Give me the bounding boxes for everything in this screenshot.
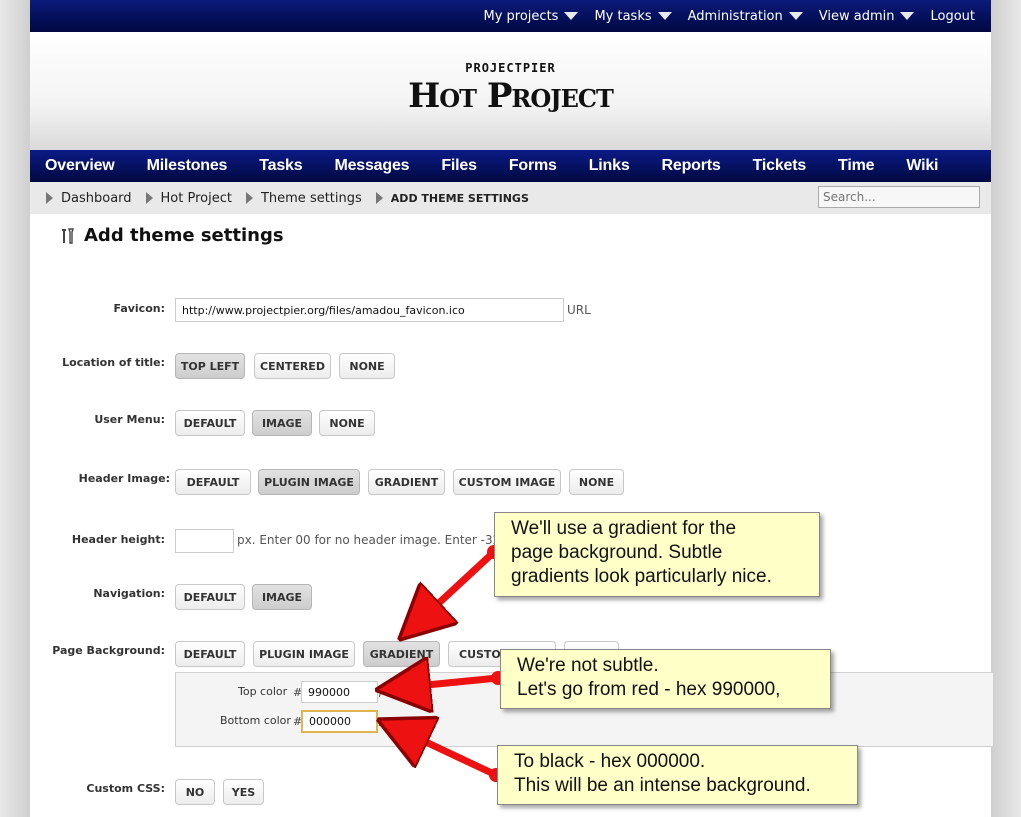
user-menu-none-button[interactable]: NONE bbox=[319, 410, 375, 436]
header-image-default-button[interactable]: DEFAULT bbox=[175, 469, 251, 495]
menu-administration[interactable]: Administration bbox=[688, 9, 803, 24]
custom-css-label: Custom CSS: bbox=[86, 782, 165, 795]
menu-logout[interactable]: Logout bbox=[930, 9, 975, 24]
nav-links[interactable]: Links bbox=[589, 157, 630, 175]
project-title: Hot Project bbox=[408, 76, 614, 116]
chevron-down-icon bbox=[657, 12, 672, 20]
chevron-right-icon bbox=[375, 192, 383, 204]
page-header: PROJECTPIER Hot Project bbox=[30, 32, 991, 150]
navigation-image-button[interactable]: IMAGE bbox=[252, 584, 312, 610]
top-bar: My projects My tasks Administration View… bbox=[30, 0, 991, 32]
header-image-none-button[interactable]: NONE bbox=[569, 469, 624, 495]
org-name: PROJECTPIER bbox=[465, 61, 556, 75]
user-menu: My projects My tasks Administration View… bbox=[468, 0, 976, 32]
callout-top-color: We're not subtle. Let's go from red - he… bbox=[500, 649, 831, 709]
menu-label: Logout bbox=[930, 8, 975, 24]
user-menu-image-button[interactable]: IMAGE bbox=[252, 410, 312, 436]
chevron-down-icon bbox=[900, 12, 915, 20]
callout-line: To black - hex 000000. bbox=[514, 751, 706, 772]
favicon-label: Favicon: bbox=[113, 302, 165, 315]
location-none-button[interactable]: NONE bbox=[339, 353, 395, 379]
nav-wiki[interactable]: Wiki bbox=[906, 157, 938, 175]
header-height-note: px. Enter 00 for no header image. Enter … bbox=[237, 533, 517, 547]
nav-tasks[interactable]: Tasks bbox=[259, 157, 302, 175]
tools-icon bbox=[62, 227, 74, 244]
page-bg-plugin-button[interactable]: PLUGIN IMAGE bbox=[253, 641, 355, 667]
callout-line: This will be an intense background. bbox=[514, 775, 811, 796]
favicon-suffix: URL bbox=[567, 303, 591, 317]
breadcrumb-dashboard[interactable]: Dashboard bbox=[46, 191, 132, 206]
nav-milestones[interactable]: Milestones bbox=[147, 157, 228, 175]
breadcrumb: Dashboard Hot Project Theme settings ADD… bbox=[46, 182, 543, 214]
callout-gradient: We'll use a gradient for the page backgr… bbox=[494, 512, 820, 597]
chevron-down-icon bbox=[788, 12, 803, 20]
header-image-plugin-button[interactable]: PLUGIN IMAGE bbox=[258, 469, 360, 495]
location-top-left-button[interactable]: TOP LEFT bbox=[175, 353, 245, 379]
menu-label: Administration bbox=[687, 8, 783, 24]
callout-line: We'll use a gradient for the bbox=[511, 518, 737, 539]
nav-reports[interactable]: Reports bbox=[662, 157, 721, 175]
top-color-label: Top color bbox=[238, 685, 288, 698]
header-height-label: Header height: bbox=[71, 533, 165, 546]
nav-overview[interactable]: Overview bbox=[45, 157, 115, 175]
bottom-color-input[interactable]: 000000 bbox=[301, 710, 378, 733]
menu-view-admin[interactable]: View admin bbox=[819, 9, 915, 24]
callout-line: gradients look particularly nice. bbox=[511, 566, 772, 587]
breadcrumb-label: ADD THEME SETTINGS bbox=[390, 191, 529, 205]
nav-time[interactable]: Time bbox=[838, 157, 874, 175]
callout-bottom-color: To black - hex 000000. This will be an i… bbox=[497, 745, 858, 805]
header-height-input[interactable] bbox=[175, 529, 234, 553]
breadcrumb-current: ADD THEME SETTINGS bbox=[375, 191, 529, 205]
callout-line: Let's go from red - hex 990000, bbox=[517, 679, 781, 700]
menu-label: My tasks bbox=[594, 8, 652, 24]
breadcrumb-label: Dashboard bbox=[61, 190, 132, 206]
navigation-default-button[interactable]: DEFAULT bbox=[175, 584, 245, 610]
user-menu-default-button[interactable]: DEFAULT bbox=[175, 410, 245, 436]
menu-label: My projects bbox=[483, 8, 559, 24]
breadcrumb-label: Theme settings bbox=[260, 190, 362, 206]
location-title-label: Location of title: bbox=[62, 356, 165, 369]
nav-messages[interactable]: Messages bbox=[334, 157, 409, 175]
nav-forms[interactable]: Forms bbox=[509, 157, 557, 175]
chevron-right-icon bbox=[145, 192, 153, 204]
header-image-label: Header Image: bbox=[78, 472, 170, 485]
menu-my-tasks[interactable]: My tasks bbox=[594, 8, 672, 24]
custom-css-yes-button[interactable]: YES bbox=[223, 779, 264, 805]
breadcrumb-label: Hot Project bbox=[160, 190, 232, 206]
page-shadow-left bbox=[0, 0, 30, 817]
page-shadow-right bbox=[991, 0, 1021, 817]
navigation-label: Navigation: bbox=[93, 587, 165, 600]
page-bg-gradient-button[interactable]: GRADIENT bbox=[363, 641, 440, 667]
breadcrumb-theme-settings[interactable]: Theme settings bbox=[245, 190, 362, 206]
header-image-gradient-button[interactable]: GRADIENT bbox=[368, 469, 445, 495]
breadcrumb-project[interactable]: Hot Project bbox=[145, 190, 232, 206]
location-centered-button[interactable]: CENTERED bbox=[254, 353, 331, 379]
callout-line: We're not subtle. bbox=[517, 655, 659, 676]
chevron-right-icon bbox=[46, 192, 53, 204]
top-color-semicolon: ; bbox=[378, 686, 382, 699]
page-title: Add theme settings bbox=[84, 225, 284, 246]
top-color-input[interactable]: 990000 bbox=[301, 681, 378, 703]
callout-line: page background. Subtle bbox=[511, 542, 723, 563]
page-background-label: Page Background: bbox=[52, 644, 165, 657]
chevron-right-icon bbox=[245, 192, 253, 204]
page-title-row: Add theme settings bbox=[60, 225, 284, 246]
chevron-down-icon bbox=[564, 12, 579, 20]
header-image-custom-button[interactable]: CUSTOM IMAGE bbox=[453, 469, 561, 495]
menu-label: View admin bbox=[818, 8, 895, 24]
bottom-color-label: Bottom color bbox=[220, 714, 291, 727]
user-menu-label: User Menu: bbox=[94, 413, 165, 426]
bottom-color-semicolon: ; bbox=[378, 715, 382, 728]
favicon-input[interactable]: http://www.projectpier.org/files/amadou_… bbox=[175, 298, 564, 322]
custom-css-no-button[interactable]: NO bbox=[175, 779, 215, 805]
main-nav: Overview Milestones Tasks Messages Files… bbox=[30, 150, 991, 182]
page-bg-default-button[interactable]: DEFAULT bbox=[175, 641, 245, 667]
nav-files[interactable]: Files bbox=[441, 157, 477, 175]
search-input[interactable] bbox=[818, 186, 980, 208]
menu-my-projects[interactable]: My projects bbox=[484, 9, 579, 24]
nav-tickets[interactable]: Tickets bbox=[753, 157, 807, 175]
